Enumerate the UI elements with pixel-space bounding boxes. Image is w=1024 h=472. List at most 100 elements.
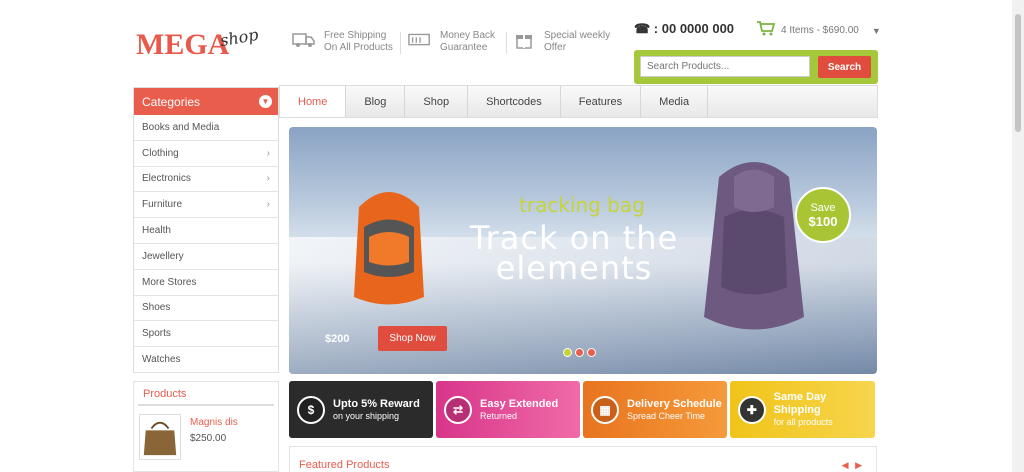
chevron-down-icon[interactable]: ▼ [872, 26, 881, 36]
nav-tab[interactable]: Features [561, 86, 642, 117]
featured-products-header: Featured Products ◀ ▶ [289, 446, 877, 472]
return-icon: ⇄ [444, 395, 472, 424]
promo-subtitle: on your shipping [333, 410, 400, 421]
gift-icon: ✚ [738, 395, 766, 424]
category-item[interactable]: Clothing › [134, 140, 278, 167]
slider-dot-2[interactable] [575, 348, 584, 357]
category-item[interactable]: Sports [134, 321, 278, 348]
divider [400, 32, 401, 54]
category-item[interactable]: Jewellery [134, 243, 278, 270]
slider-dot-3[interactable] [587, 348, 596, 357]
category-item[interactable]: Health [134, 218, 278, 244]
category-label: Electronics [142, 173, 191, 185]
feature-line1: Free Shipping [324, 30, 387, 41]
nav-tab[interactable]: Shop [405, 86, 469, 117]
chevron-down-icon[interactable]: ▼ [259, 95, 272, 108]
money-icon [408, 30, 432, 50]
divider [506, 32, 507, 54]
categories-title: Categories [142, 94, 201, 109]
phone-number: ☎ : 00 0000 000 [634, 21, 735, 36]
hero-banner[interactable]: tracking bag Track on the elements $200 … [289, 127, 877, 374]
gift-icon [512, 30, 536, 50]
category-label: Furniture [142, 199, 183, 211]
feature-free-shipping: Free Shipping On All Products [292, 30, 393, 54]
dollar-icon: $ [297, 395, 325, 424]
handbag-image[interactable] [139, 414, 181, 460]
products-title: Products [138, 382, 274, 406]
banner-price: $200 [325, 333, 350, 345]
categories-header[interactable]: Categories ▼ [134, 88, 278, 115]
category-label: Health [142, 225, 171, 237]
category-item[interactable]: More Stores [134, 269, 278, 296]
category-label: Shoes [142, 302, 171, 314]
truck-icon [292, 30, 316, 50]
chevron-right-icon: › [266, 173, 270, 185]
products-widget: Products Magnis dis $250.00 [133, 381, 279, 472]
promo-same-day[interactable]: ✚ Same Day Shipping for all products [730, 381, 875, 438]
promo-returns[interactable]: ⇄ Easy Extended Returned [436, 381, 580, 438]
category-label: Sports [142, 328, 171, 340]
nav-tab[interactable]: Home [280, 86, 347, 117]
feature-line2: Offer [544, 42, 567, 53]
scrollbar-thumb[interactable] [1015, 14, 1021, 132]
featured-title: Featured Products [299, 459, 390, 471]
promo-reward[interactable]: $ Upto 5% Reward on your shipping [289, 381, 433, 438]
shop-now-button[interactable]: Shop Now [378, 326, 447, 351]
logo-mega: MEGA [136, 28, 230, 61]
category-item[interactable]: Furniture › [134, 192, 278, 219]
promo-title: Delivery Schedule [627, 397, 722, 410]
promo-subtitle: for all products [773, 417, 833, 427]
promo-subtitle: Returned [480, 410, 518, 421]
category-label: Watches [142, 354, 181, 366]
category-label: Books and Media [142, 121, 220, 133]
product-name-link[interactable]: Magnis dis [190, 417, 238, 428]
promo-title: Upto 5% Reward [333, 397, 420, 410]
nav-tab[interactable]: Media [641, 86, 709, 117]
feature-line2: Guarantee [440, 42, 488, 53]
promo-subtitle: Spread Cheer Time [627, 410, 706, 421]
carousel-arrows[interactable]: ◀ ▶ [842, 460, 864, 471]
banner-headline-line2: elements [495, 249, 653, 287]
category-item[interactable]: Books and Media [134, 115, 278, 141]
search-bar: Search [634, 50, 878, 84]
logo[interactable]: MEGA shop [136, 25, 260, 64]
cart-label: 4 Items - $690.00 [781, 25, 859, 36]
nav-tab[interactable]: Shortcodes [468, 86, 561, 117]
scrollbar[interactable] [1012, 0, 1024, 472]
banner-headline: Track on the elements [439, 222, 709, 287]
page: MEGA shop Free Shipping On All Products M… [0, 0, 1024, 472]
category-label: Clothing [142, 147, 179, 159]
promo-delivery[interactable]: ▦ Delivery Schedule Spread Cheer Time [583, 381, 727, 438]
category-item[interactable]: Electronics › [134, 166, 278, 193]
categories-menu: Categories ▼ Books and Media Clothing › Ele… [133, 87, 279, 373]
cart-summary[interactable]: 4 Items - $690.00 ▼ [756, 20, 881, 41]
banner-tagline: tracking bag [519, 193, 645, 217]
nav-tab[interactable]: Blog [346, 86, 406, 117]
category-label: Jewellery [142, 250, 184, 262]
cart-icon [756, 20, 776, 41]
main-nav: Home Blog Shop Shortcodes Features Media [279, 85, 878, 118]
feature-line1: Special weekly [544, 30, 611, 41]
feature-money-back: Money Back Guarantee [408, 30, 495, 54]
feature-line2: On All Products [324, 42, 393, 53]
category-item[interactable]: Watches [134, 347, 278, 373]
feature-line1: Money Back [440, 30, 496, 41]
product-price: $250.00 [190, 433, 227, 444]
search-input[interactable] [640, 56, 810, 77]
categories-list: Books and Media Clothing › Electronics › Furn… [134, 115, 278, 373]
feature-special-offer: Special weekly Offer [512, 30, 610, 54]
chevron-right-icon: › [266, 147, 270, 159]
slider-dot-1[interactable] [563, 348, 572, 357]
chevron-right-icon: › [266, 199, 270, 211]
save-badge-amount: $100 [808, 214, 838, 229]
category-item[interactable]: Shoes [134, 295, 278, 322]
promo-title: Easy Extended [480, 397, 559, 410]
calendar-icon: ▦ [591, 395, 619, 424]
category-label: More Stores [142, 276, 197, 288]
orange-backpack-image [354, 192, 424, 305]
save-badge-label: Save [810, 202, 836, 214]
search-button[interactable]: Search [818, 56, 871, 78]
save-badge: Save $100 [795, 187, 851, 243]
promo-title: Same Day Shipping [773, 391, 827, 416]
slider-dots [563, 348, 596, 357]
